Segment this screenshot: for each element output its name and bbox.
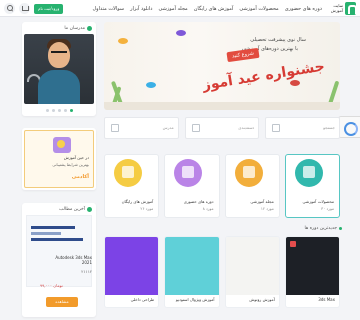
fish-icon xyxy=(146,82,156,88)
course-title[interactable]: آموزش ویژوال استودیو xyxy=(176,297,215,302)
site-logo[interactable]: سایت آموزش xyxy=(326,2,357,15)
cart-icon[interactable] xyxy=(19,3,30,14)
category-card-magazine[interactable]: مجله آموزشی ۱۲ مورد xyxy=(224,154,280,218)
seaweed-icon xyxy=(328,80,340,105)
course-card[interactable]: آموزش ویژوال استودیو xyxy=(164,236,220,308)
classes-icon xyxy=(174,159,203,187)
teacher-filter[interactable]: جستجو xyxy=(265,117,341,139)
category-filter[interactable]: دسته‌بندی xyxy=(184,117,260,139)
products-icon xyxy=(294,159,323,187)
teacher-filter-label: جستجو xyxy=(323,125,336,130)
nav-item-magazine[interactable]: مجله آموزشی xyxy=(158,6,187,12)
category-label: محصولات آموزشی xyxy=(302,199,334,204)
search-filters: مدرس دسته‌بندی جستجو xyxy=(104,117,341,139)
category-label: دوره های حضوری xyxy=(183,199,214,204)
nav-item-free[interactable]: آموزش های رایگان xyxy=(194,6,234,12)
search-field[interactable]: مدرس xyxy=(104,117,179,139)
teachers-card: مدرسان ما xyxy=(22,22,96,116)
recaptcha-badge-icon[interactable] xyxy=(338,116,360,138)
main-menu: دوره های حضوری محصولات آموزشی آموزش های … xyxy=(93,0,322,17)
login-button[interactable]: ورود/ثبت نام xyxy=(34,3,64,14)
magazine-icon xyxy=(234,159,263,187)
teacher-carousel-dots[interactable] xyxy=(22,109,96,112)
start-button[interactable]: شروع کنید xyxy=(226,47,260,63)
latest-course-price: ۹۹,۰۰۰ تومان xyxy=(40,283,63,288)
latest-course-sub: ۲۱۱۱۲ xyxy=(81,269,92,274)
category-label: آموزش های رایگان xyxy=(121,199,154,204)
promo-title: در حین آموزش xyxy=(63,155,89,160)
course-grid: طراحی داخلی آموزش ویژوال استودیو آموزش ر… xyxy=(104,236,340,308)
new-courses-title: جدیدترین دوره ها xyxy=(304,226,343,231)
nav-item-faq[interactable]: سوالات متداول xyxy=(93,6,125,12)
teacher-photo[interactable] xyxy=(24,34,94,104)
category-icon xyxy=(191,124,200,132)
hero-headline: جشنواره عید آموز xyxy=(201,58,326,94)
course-thumbnail[interactable] xyxy=(105,237,159,295)
category-count: ۲۶ مورد xyxy=(140,206,154,211)
category-card-products[interactable]: محصولات آموزشی ۳۰ مورد xyxy=(284,154,340,218)
glasses-icon xyxy=(51,51,67,55)
course-thumbnail[interactable] xyxy=(165,237,219,295)
logo-mark-icon xyxy=(345,2,357,15)
promo-subtitle: بهترین شرایط پشتیبانی xyxy=(52,162,89,167)
promo-illustration-icon xyxy=(53,137,71,153)
hero-slogan-line-1: سال نوی پیشرفت تحصیلی xyxy=(250,37,306,43)
fish-icon xyxy=(118,38,128,44)
hero-floor xyxy=(104,102,340,110)
promo-card[interactable]: در حین آموزش بهترین شرایط پشتیبانی آکادم… xyxy=(22,128,96,190)
course-card[interactable]: آموزش روتوش xyxy=(224,236,280,308)
logo-text: سایت آموزش xyxy=(330,3,343,13)
latest-course-name[interactable]: Autodesk 3ds Max 2021 xyxy=(50,255,92,265)
teacher-shirt xyxy=(38,70,80,104)
promo-banner[interactable]: در حین آموزش بهترین شرایط پشتیبانی آکادم… xyxy=(24,130,94,188)
search-icon[interactable] xyxy=(4,3,15,14)
hero-banner[interactable]: سال نوی پیشرفت تحصیلی با بهترین دوره‌های… xyxy=(104,22,340,110)
course-thumbnail[interactable] xyxy=(225,237,279,295)
nav-item-classes[interactable]: دوره های حضوری xyxy=(285,6,322,12)
category-count: ۳۰ مورد xyxy=(321,206,334,211)
teacher-filter-icon xyxy=(272,124,281,132)
course-card[interactable]: طراحی داخلی xyxy=(104,236,160,308)
latest-title-dot-icon xyxy=(87,206,92,212)
search-field-label: مدرس xyxy=(162,125,174,130)
category-card-classes[interactable]: دوره های حضوری ۸ مورد xyxy=(164,154,220,218)
nav-item-download[interactable]: دانلود آبزار xyxy=(130,6,152,12)
field-icon xyxy=(111,124,119,132)
course-title[interactable]: طراحی داخلی xyxy=(131,297,155,302)
latest-title: آخرین مطالب xyxy=(59,206,85,212)
free-courses-icon xyxy=(114,159,142,187)
course-title[interactable]: آموزش روتوش xyxy=(249,297,274,302)
category-card-free[interactable]: آموزش های رایگان ۲۶ مورد xyxy=(104,154,160,218)
teacher-face xyxy=(48,42,70,68)
latest-card-header: آخرین مطالب xyxy=(22,203,96,215)
course-card[interactable]: 3ds Max xyxy=(284,236,340,308)
top-navigation: سایت آموزش دوره های حضوری محصولات آموزشی… xyxy=(0,0,360,17)
category-filter-label: دسته‌بندی xyxy=(238,125,255,130)
fish-icon xyxy=(176,30,186,36)
nav-item-products[interactable]: محصولات آموزشی xyxy=(239,6,278,12)
category-count: ۸ مورد xyxy=(202,206,214,211)
header-actions: ورود/ثبت نام xyxy=(4,3,64,14)
category-cards: آموزش های رایگان ۲۶ مورد دوره های حضوری … xyxy=(104,154,340,218)
teachers-card-header: مدرسان ما xyxy=(22,22,96,34)
course-tag-icon xyxy=(289,241,296,247)
latest-posts-card: آخرین مطالب Autodesk 3ds Max 2021 ۲۱۱۱۲ … xyxy=(22,203,96,317)
course-title[interactable]: 3ds Max xyxy=(318,297,335,302)
title-dot-icon xyxy=(87,25,92,31)
category-label: مجله آموزشی xyxy=(250,199,274,204)
view-course-button[interactable]: مشاهده xyxy=(46,297,78,307)
latest-course-thumbnail[interactable] xyxy=(26,215,92,287)
promo-brand: آکادمی xyxy=(71,174,89,180)
category-count: ۱۲ مورد xyxy=(260,206,274,211)
fish-icon xyxy=(290,80,300,86)
teachers-title: مدرسان ما xyxy=(64,25,85,31)
